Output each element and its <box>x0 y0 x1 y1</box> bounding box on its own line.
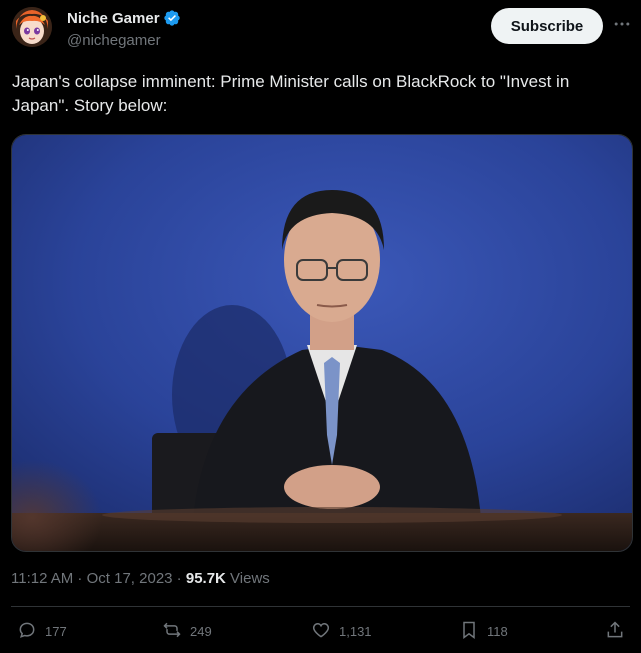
verified-badge-icon[interactable] <box>163 9 181 27</box>
author-display-name[interactable]: Niche Gamer <box>67 10 160 27</box>
avatar[interactable] <box>12 7 52 47</box>
author-handle[interactable]: @nichegamer <box>67 32 161 49</box>
tweet-time[interactable]: 11:12 AM <box>11 570 73 587</box>
share-icon <box>605 620 625 643</box>
tweet-meta: 11:12 AM · Oct 17, 2023 · 95.7K Views <box>11 570 270 587</box>
like-count: 1,131 <box>339 624 372 639</box>
reply-icon <box>17 620 37 643</box>
repost-button[interactable]: 249 <box>162 620 212 643</box>
tweet-text: Japan's collapse imminent: Prime Ministe… <box>12 72 570 115</box>
divider <box>11 606 630 607</box>
views-count: 95.7K <box>185 570 226 587</box>
share-button[interactable] <box>605 620 625 643</box>
meta-separator: · <box>172 570 186 587</box>
heart-icon <box>311 620 331 643</box>
like-button[interactable]: 1,131 <box>311 620 372 643</box>
tweet-media-image[interactable] <box>11 134 633 552</box>
bookmark-count: 118 <box>487 624 508 639</box>
views-label: Views <box>225 570 270 587</box>
more-options-icon[interactable] <box>612 14 632 34</box>
repost-icon <box>162 620 182 643</box>
reply-button[interactable]: 177 <box>17 620 67 643</box>
reply-count: 177 <box>45 624 67 639</box>
author-name-row[interactable]: Niche Gamer <box>67 9 181 27</box>
subscribe-button[interactable]: Subscribe <box>491 8 603 44</box>
action-bar: 177 249 1,131 118 <box>0 620 641 646</box>
meta-separator: · <box>73 570 87 587</box>
repost-count: 249 <box>190 624 212 639</box>
tweet-date[interactable]: Oct 17, 2023 <box>87 570 173 587</box>
bookmark-icon <box>459 620 479 643</box>
bookmark-button[interactable]: 118 <box>459 620 508 643</box>
